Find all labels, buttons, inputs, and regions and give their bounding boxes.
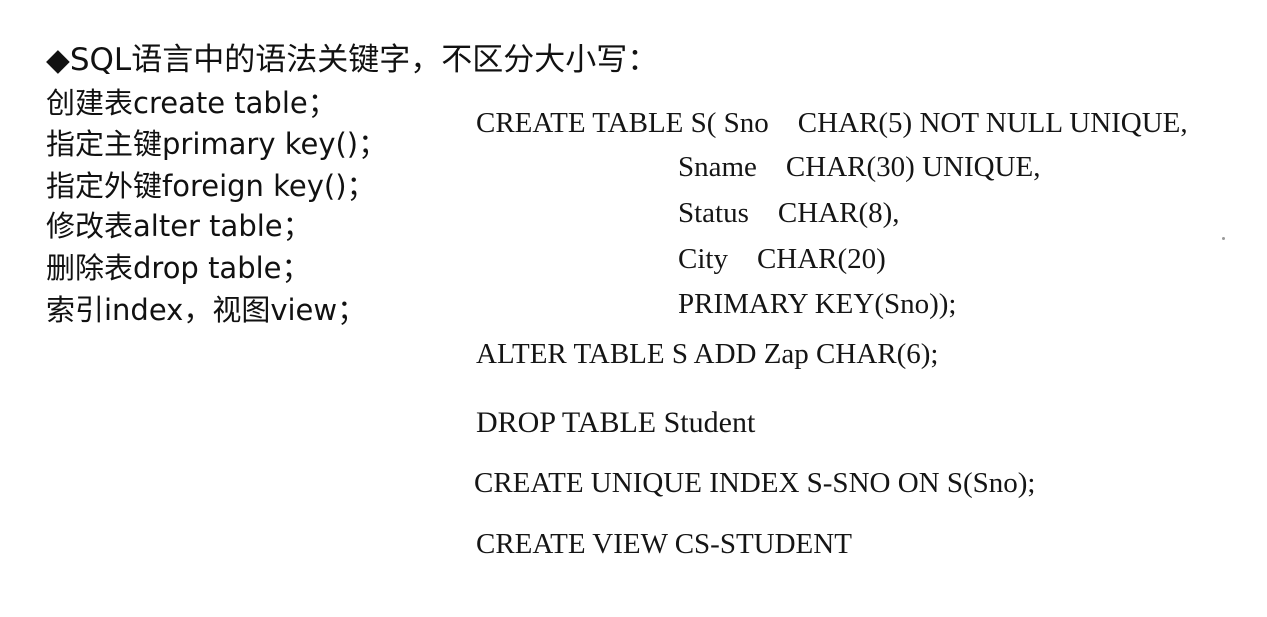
sql-create-table-line-3: Status CHAR(8),: [678, 197, 900, 229]
keyword-alter-table: 修改表alter table；: [46, 209, 312, 243]
keyword-drop-table: 删除表drop table；: [46, 251, 311, 285]
stray-dot: [1222, 237, 1225, 240]
sql-create-view-statement: CREATE VIEW CS-STUDENT: [476, 528, 852, 560]
sql-alter-statement: ALTER TABLE S ADD Zap CHAR(6);: [476, 338, 939, 370]
keyword-foreign-key: 指定外键foreign key()；: [46, 169, 376, 203]
sql-create-table-line-2: Sname CHAR(30) UNIQUE,: [678, 151, 1041, 183]
sql-create-index-statement: CREATE UNIQUE INDEX S-SNO ON S(Sno);: [474, 467, 1036, 499]
sql-create-table-line-1: CREATE TABLE S( Sno CHAR(5) NOT NULL UNI…: [476, 107, 1188, 139]
sql-create-table-line-5: PRIMARY KEY(Sno));: [678, 288, 957, 320]
keyword-primary-key: 指定主键primary key()；: [46, 127, 388, 161]
keyword-index-view: 索引index，视图view；: [46, 293, 367, 327]
slide-heading: ◆SQL语言中的语法关键字，不区分大小写：: [46, 42, 659, 78]
keyword-create-table: 创建表create table；: [46, 86, 337, 120]
sql-drop-statement: DROP TABLE Student: [476, 406, 756, 439]
sql-create-table-line-4: City CHAR(20): [678, 243, 886, 275]
